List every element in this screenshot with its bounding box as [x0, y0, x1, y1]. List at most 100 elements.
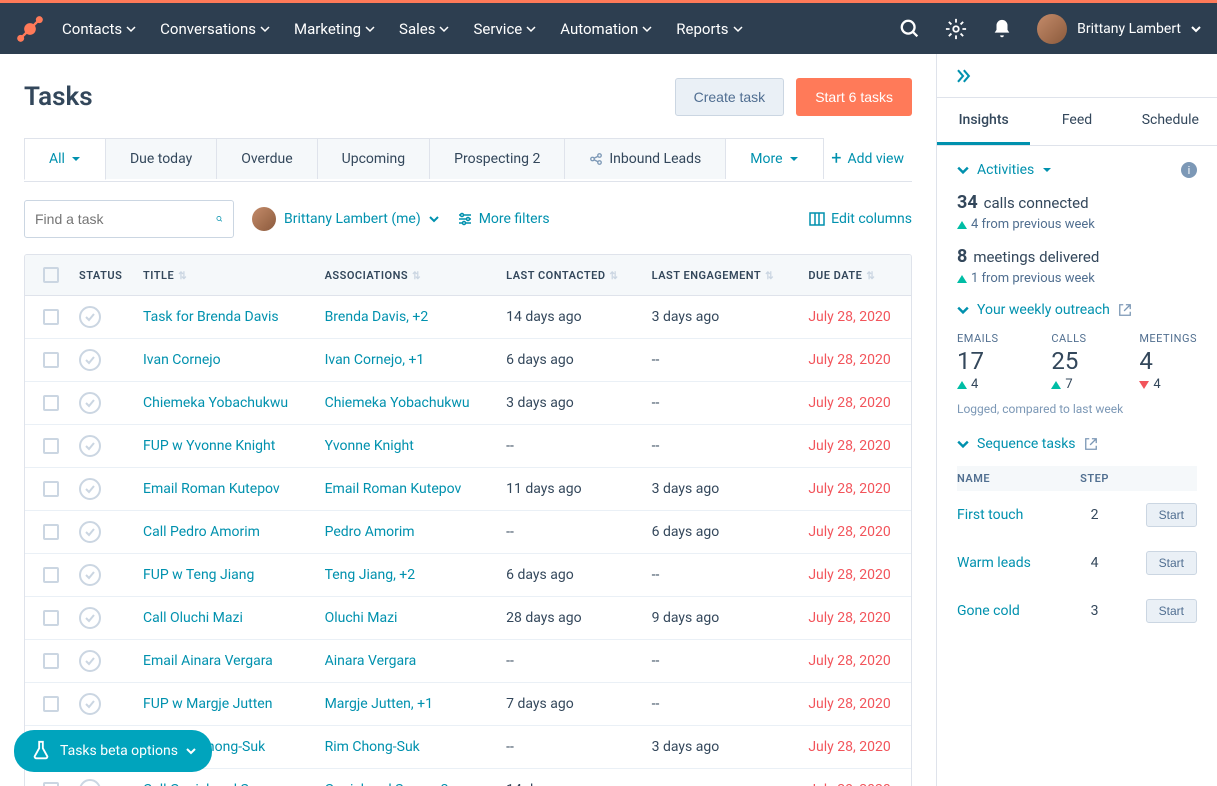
row-checkbox[interactable] — [43, 782, 59, 786]
tab-prospecting-2[interactable]: Prospecting 2 — [429, 138, 565, 179]
task-title-link[interactable]: Task for Brenda Davis — [143, 309, 279, 325]
outreach-header[interactable]: Your weekly outreach — [957, 302, 1197, 318]
association-link[interactable]: Chiemeka Yobachukwu — [325, 395, 470, 411]
sequence-header[interactable]: Sequence tasks — [957, 436, 1197, 452]
activities-header[interactable]: Activities i — [957, 162, 1197, 178]
tab-more[interactable]: More — [725, 138, 823, 179]
more-filters-button[interactable]: More filters — [457, 211, 550, 227]
table-row: Email Roman KutepovEmail Roman Kutepov11… — [25, 468, 911, 511]
due-date: July 28, 2020 — [798, 597, 911, 640]
sequence-name-link[interactable]: Gone cold — [957, 603, 1020, 619]
create-task-button[interactable]: Create task — [675, 78, 785, 116]
task-title-link[interactable]: Call Gopichand Sana — [143, 782, 272, 786]
task-title-link[interactable]: Call Pedro Amorim — [143, 524, 260, 540]
sequence-name-link[interactable]: First touch — [957, 507, 1023, 523]
association-link[interactable]: Oluchi Mazi — [325, 610, 398, 626]
association-link[interactable]: Margje Jutten, +1 — [325, 696, 433, 712]
status-toggle[interactable] — [79, 650, 101, 672]
row-checkbox[interactable] — [43, 309, 59, 325]
collapse-icon[interactable] — [953, 66, 973, 86]
association-link[interactable]: Brenda Davis, +2 — [325, 309, 429, 325]
add-view-button[interactable]: + Add view — [823, 136, 912, 181]
nav-item-service[interactable]: Service — [473, 20, 536, 38]
search-icon[interactable] — [899, 18, 921, 40]
due-date: July 28, 2020 — [798, 554, 911, 597]
beta-options-button[interactable]: Tasks beta options — [14, 730, 212, 772]
user-menu[interactable]: Brittany Lambert — [1037, 14, 1201, 44]
status-toggle[interactable] — [79, 693, 101, 715]
task-title-link[interactable]: Ivan Cornejo — [143, 352, 221, 368]
last-engagement: -- — [642, 554, 799, 597]
tab-overdue[interactable]: Overdue — [216, 138, 317, 179]
col-title[interactable]: TITLE⇅ — [133, 255, 315, 296]
status-toggle[interactable] — [79, 392, 101, 414]
nav-item-conversations[interactable]: Conversations — [160, 20, 270, 38]
start-sequence-button[interactable]: Start — [1146, 599, 1197, 623]
select-all-checkbox[interactable] — [43, 267, 59, 283]
tab-all[interactable]: All — [24, 138, 106, 180]
status-toggle[interactable] — [79, 478, 101, 500]
tab-upcoming[interactable]: Upcoming — [317, 138, 431, 179]
task-title-link[interactable]: Email Ainara Vergara — [143, 653, 273, 669]
association-link[interactable]: Rim Chong-Suk — [325, 739, 420, 755]
search-input-wrap[interactable] — [24, 200, 234, 238]
association-link[interactable]: Pedro Amorim — [325, 524, 415, 540]
row-checkbox[interactable] — [43, 395, 59, 411]
task-title-link[interactable]: FUP w Yvonne Knight — [143, 438, 275, 454]
status-toggle[interactable] — [79, 564, 101, 586]
external-link-icon[interactable] — [1118, 303, 1132, 317]
nav-item-reports[interactable]: Reports — [676, 20, 742, 38]
status-toggle[interactable] — [79, 306, 101, 328]
start-sequence-button[interactable]: Start — [1146, 551, 1197, 575]
col-due-date[interactable]: DUE DATE⇅ — [798, 255, 911, 296]
nav-item-automation[interactable]: Automation — [560, 20, 652, 38]
row-checkbox[interactable] — [43, 438, 59, 454]
row-checkbox[interactable] — [43, 481, 59, 497]
info-icon[interactable]: i — [1181, 162, 1197, 178]
col-last-contacted[interactable]: LAST CONTACTED⇅ — [496, 255, 642, 296]
status-toggle[interactable] — [79, 521, 101, 543]
association-link[interactable]: Teng Jiang, +2 — [325, 567, 416, 583]
task-title-link[interactable]: FUP w Margje Jutten — [143, 696, 272, 712]
side-tab-schedule[interactable]: Schedule — [1124, 98, 1217, 145]
association-link[interactable]: Email Roman Kutepov — [325, 481, 462, 497]
start-sequence-button[interactable]: Start — [1146, 503, 1197, 527]
association-link[interactable]: Ivan Cornejo, +1 — [325, 352, 425, 368]
row-checkbox[interactable] — [43, 524, 59, 540]
task-title-link[interactable]: Email Roman Kutepov — [143, 481, 280, 497]
tab-inbound-leads[interactable]: Inbound Leads — [564, 138, 726, 179]
settings-icon[interactable] — [945, 18, 967, 40]
start-tasks-button[interactable]: Start 6 tasks — [796, 78, 912, 116]
row-checkbox[interactable] — [43, 567, 59, 583]
col-associations[interactable]: ASSOCIATIONS⇅ — [315, 255, 497, 296]
owner-filter[interactable]: Brittany Lambert (me) — [252, 207, 439, 231]
task-title-link[interactable]: Chiemeka Yobachukwu — [143, 395, 288, 411]
seq-col-step: STEP — [1072, 466, 1117, 491]
task-title-link[interactable]: FUP w Teng Jiang — [143, 567, 254, 583]
association-link[interactable]: Ainara Vergara — [325, 653, 417, 669]
nav-item-sales[interactable]: Sales — [399, 20, 449, 38]
tab-due-today[interactable]: Due today — [105, 138, 217, 179]
association-link[interactable]: Yvonne Knight — [325, 438, 414, 454]
notifications-icon[interactable] — [991, 18, 1013, 40]
status-toggle[interactable] — [79, 435, 101, 457]
status-toggle[interactable] — [79, 607, 101, 629]
row-checkbox[interactable] — [43, 352, 59, 368]
edit-columns-button[interactable]: Edit columns — [809, 211, 912, 227]
col-last-engagement[interactable]: LAST ENGAGEMENT⇅ — [642, 255, 799, 296]
col-status[interactable]: STATUS — [69, 255, 133, 296]
status-toggle[interactable] — [79, 779, 101, 786]
sequence-name-link[interactable]: Warm leads — [957, 555, 1031, 571]
side-tab-insights[interactable]: Insights — [937, 98, 1030, 145]
side-tab-feed[interactable]: Feed — [1030, 98, 1123, 145]
row-checkbox[interactable] — [43, 653, 59, 669]
row-checkbox[interactable] — [43, 696, 59, 712]
status-toggle[interactable] — [79, 349, 101, 371]
nav-item-contacts[interactable]: Contacts — [62, 20, 136, 38]
task-title-link[interactable]: Call Oluchi Mazi — [143, 610, 243, 626]
external-link-icon[interactable] — [1084, 437, 1098, 451]
association-link[interactable]: Gopichand Sana, +2 — [325, 782, 449, 786]
search-input[interactable] — [35, 211, 216, 227]
nav-item-marketing[interactable]: Marketing — [294, 20, 375, 38]
row-checkbox[interactable] — [43, 610, 59, 626]
